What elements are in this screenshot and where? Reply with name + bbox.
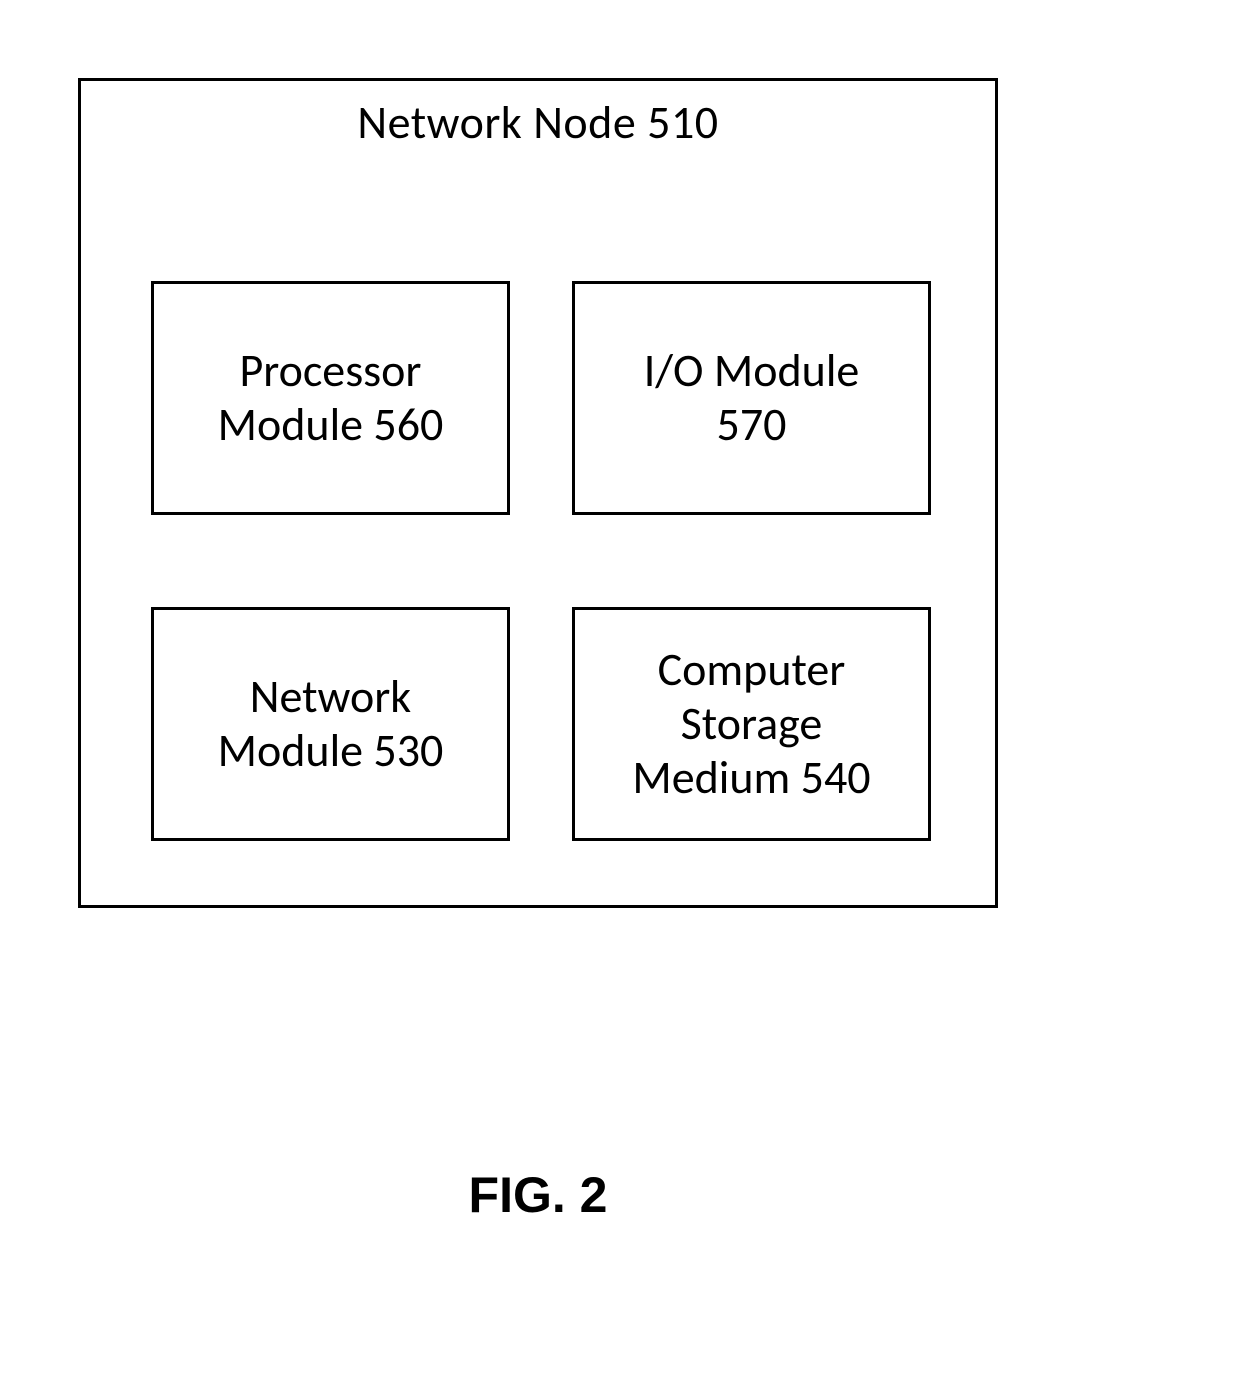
module-grid: Processor Module 560 I/O Module 570 Netw…: [151, 281, 931, 841]
io-module-box: I/O Module 570: [572, 281, 931, 515]
network-module-box: Network Module 530: [151, 607, 510, 841]
network-node-container: Network Node 510 Processor Module 560 I/…: [78, 78, 998, 908]
computer-storage-medium-box: Computer Storage Medium 540: [572, 607, 931, 841]
processor-module-box: Processor Module 560: [151, 281, 510, 515]
figure-caption: FIG. 2: [0, 1166, 1076, 1224]
outer-title: Network Node 510: [81, 95, 995, 151]
